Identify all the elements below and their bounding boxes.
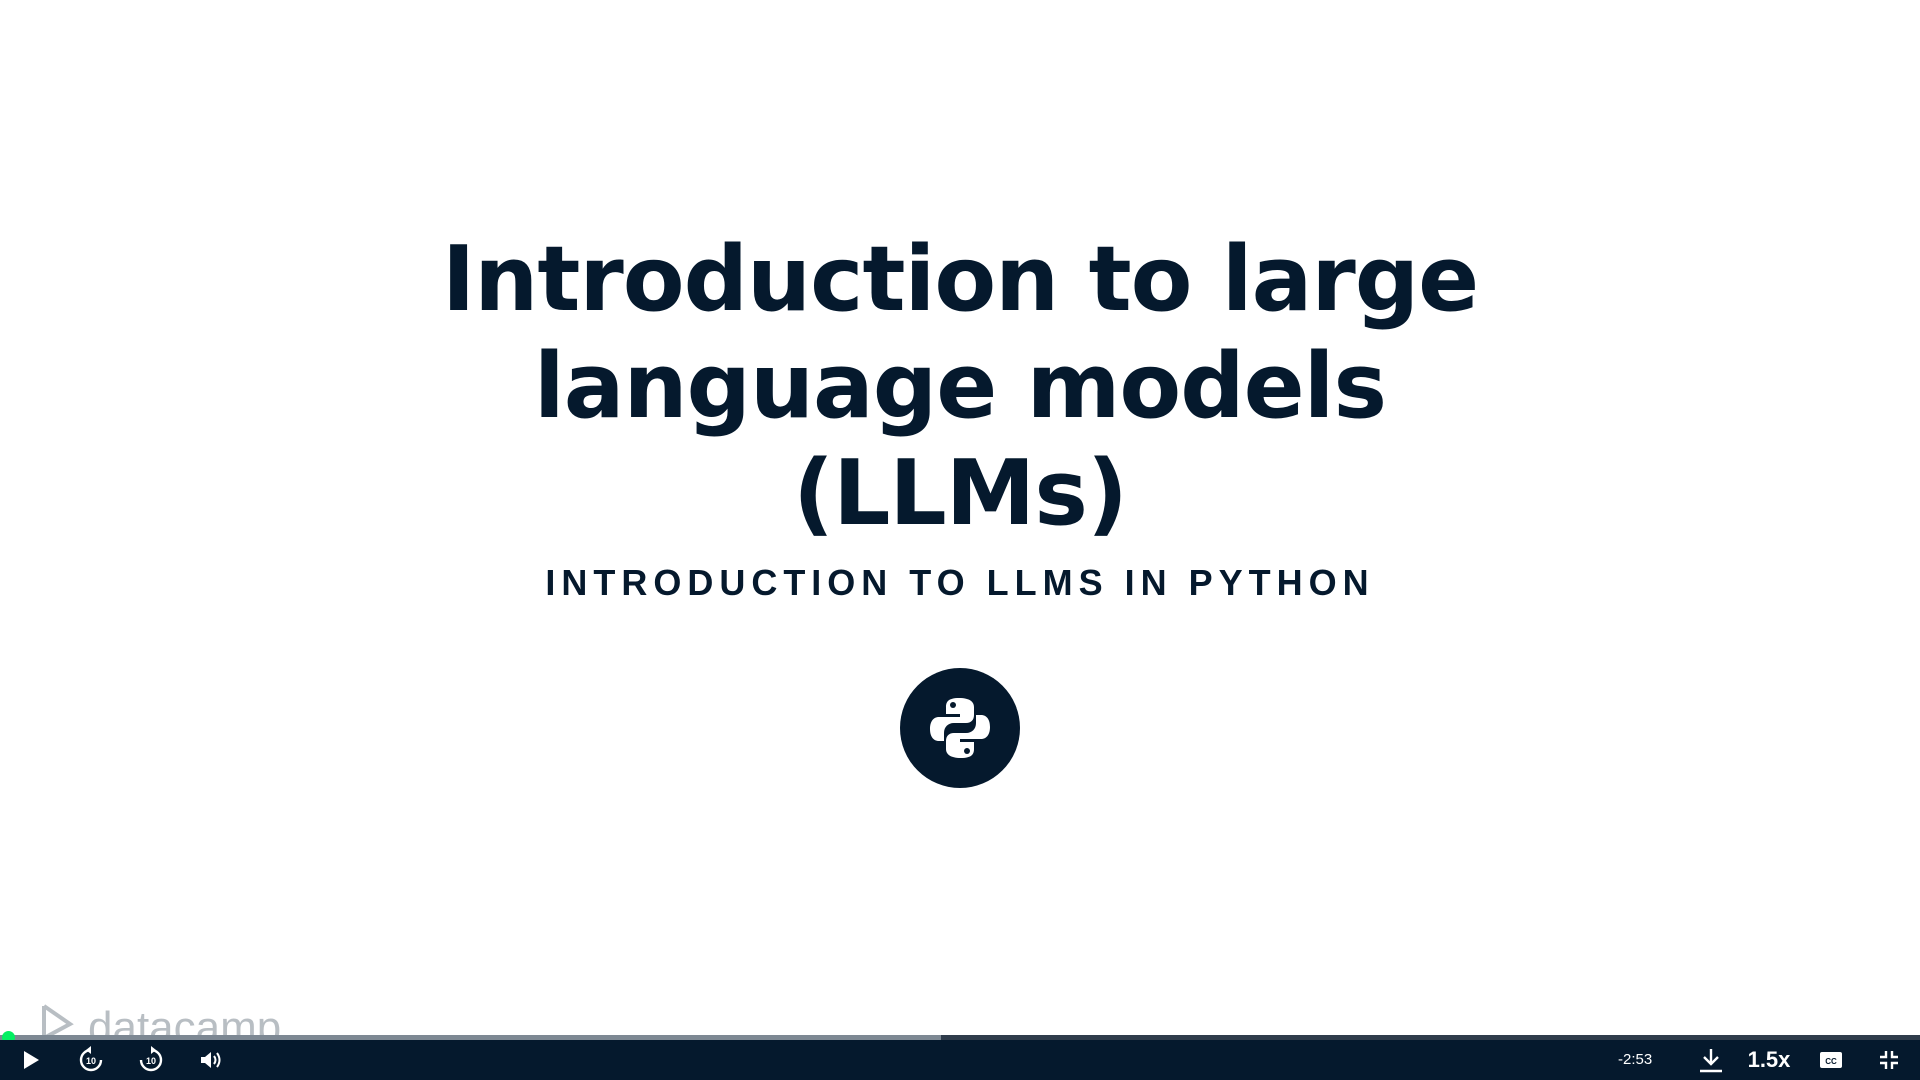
svg-text:10: 10 — [86, 1056, 96, 1066]
slide-title-line-1: Introduction to large — [441, 227, 1479, 332]
player-control-bar: 10 10 -2:53 1.5x CC — [0, 1040, 1920, 1080]
captions-button[interactable]: CC — [1814, 1040, 1848, 1080]
python-logo-icon — [930, 698, 990, 758]
rewind-10-icon: 10 — [79, 1046, 103, 1072]
playback-speed-label: 1.5x — [1747, 1047, 1791, 1072]
slide-canvas: Introduction to large language models (L… — [0, 0, 1920, 1035]
forward-10-button[interactable]: 10 — [132, 1040, 170, 1080]
watermark-text: datacamp — [88, 1003, 282, 1035]
time-remaining: -2:53 — [1618, 1051, 1653, 1068]
exit-fullscreen-button[interactable] — [1872, 1040, 1906, 1080]
datacamp-watermark: datacamp — [40, 1002, 281, 1035]
slide-title-line-3: (LLMs) — [792, 441, 1128, 546]
play-icon — [24, 1051, 39, 1069]
datacamp-logo — [42, 1004, 74, 1035]
python-badge — [900, 668, 1020, 788]
play-button[interactable] — [14, 1040, 48, 1080]
svg-text:10: 10 — [146, 1056, 156, 1066]
exit-fullscreen-icon — [1880, 1051, 1898, 1069]
volume-button[interactable] — [194, 1040, 228, 1080]
playback-speed-button[interactable]: 1.5x — [1744, 1040, 1794, 1080]
slide-title-line-2: language models — [533, 334, 1387, 439]
captions-icon: CC — [1820, 1052, 1842, 1068]
volume-icon — [201, 1052, 221, 1068]
download-icon — [1700, 1049, 1722, 1073]
forward-10-icon: 10 — [139, 1046, 163, 1072]
download-button[interactable] — [1694, 1040, 1728, 1080]
slide-subtitle: INTRODUCTION TO LLMS IN PYTHON — [545, 562, 1375, 603]
slide-title: Introduction to large language models (L… — [360, 226, 1560, 547]
rewind-10-button[interactable]: 10 — [72, 1040, 110, 1080]
svg-text:CC: CC — [1825, 1057, 1837, 1066]
